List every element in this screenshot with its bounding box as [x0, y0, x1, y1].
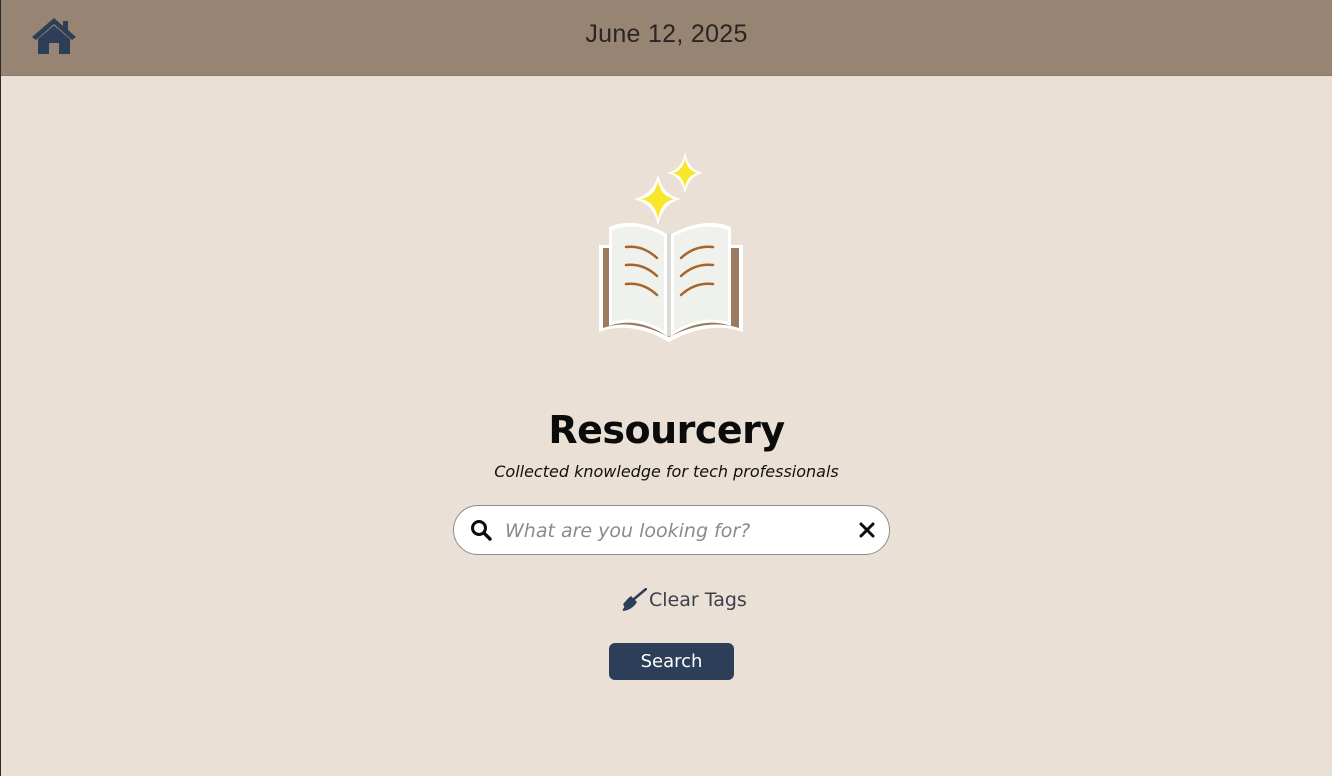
- app-page: June 12, 2025 Resourcery Collected knowl…: [0, 0, 1332, 776]
- app-title: Resourcery: [548, 408, 785, 452]
- current-date: June 12, 2025: [585, 20, 748, 48]
- broom-icon: [622, 588, 647, 611]
- search-icon: [471, 520, 492, 541]
- clear-tags-button[interactable]: Clear Tags: [621, 586, 747, 614]
- search-bar: [453, 505, 890, 555]
- app-subtitle: Collected knowledge for tech professiona…: [494, 462, 839, 481]
- search-input[interactable]: [503, 514, 847, 548]
- open-book-sparkles-icon: [599, 152, 743, 342]
- search-button[interactable]: Search: [609, 643, 734, 680]
- close-icon[interactable]: [857, 520, 877, 540]
- clear-tags-label: Clear Tags: [649, 589, 747, 611]
- app-logo: [591, 150, 751, 350]
- top-bar: June 12, 2025: [1, 0, 1332, 76]
